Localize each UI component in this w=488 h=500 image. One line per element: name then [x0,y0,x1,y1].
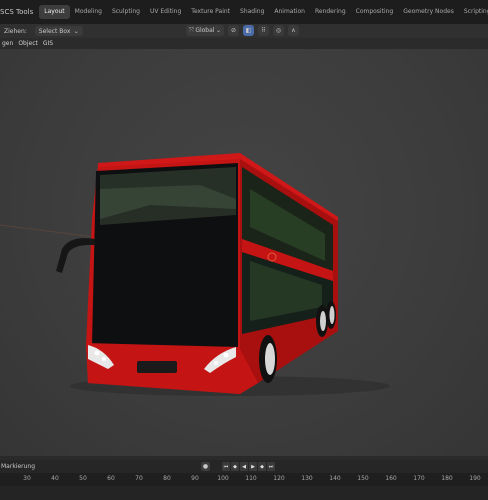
tab-shading[interactable]: Shading [235,5,269,19]
rear-wheel-2-hub [329,306,335,324]
magnet-icon: ◧ [245,27,252,34]
jump-end-icon: ⏭ [268,463,274,470]
proportional-icon: ◎ [275,27,282,34]
frame-label: 70 [135,475,143,482]
frame-label: 50 [79,475,87,482]
right-headlight-lamp-2 [214,361,218,365]
pivot-button[interactable]: ⊘ [228,25,239,36]
transform-controls: ⤧ Global ⌄ ⊘ ◧ ⠿ ◎ ∧ [186,25,299,36]
tab-geometry-nodes[interactable]: Geometry Nodes [398,5,459,19]
grid-icon: ⠿ [261,27,266,34]
addon-label[interactable]: SCS Tools [0,8,39,16]
tab-layout[interactable]: Layout [39,5,70,19]
select-box-label: Select Box [38,27,71,35]
tab-sculpting[interactable]: Sculpting [107,5,145,19]
menu-item-gen[interactable]: gen [0,40,16,47]
orientation-dropdown[interactable]: ⤧ Global ⌄ [186,25,224,36]
keyframe-icon: ● [202,463,209,470]
tab-compositing[interactable]: Compositing [351,5,399,19]
prev-keyframe-icon: ◆ [233,463,237,470]
frame-label: 140 [329,475,341,482]
timeline-ruler[interactable]: 30 40 50 60 70 80 90 100 110 120 130 140… [0,473,488,486]
frame-label: 90 [191,475,199,482]
timeline-header: Markierung ● ⏮ ◆ ◀ ▶ ◆ ⏭ [0,460,488,473]
frame-label: 190 [469,475,481,482]
viewport-menu: gen Object GIS [0,38,488,49]
prev-keyframe-button[interactable]: ◆ [231,462,239,471]
frame-label: 160 [385,475,397,482]
chevron-down-icon: ⌄ [73,27,79,35]
jump-start-button[interactable]: ⏮ [222,462,230,471]
front-grille [137,361,177,373]
side-mirror [56,238,95,273]
timeline-track-area[interactable] [0,486,488,500]
orientation-label: Global [195,27,215,34]
next-keyframe-button[interactable]: ◆ [258,462,266,471]
viewport-header: Ziehen: Select Box ⌄ ⤧ Global ⌄ ⊘ ◧ ⠿ ◎ … [0,24,488,38]
tab-rendering[interactable]: Rendering [310,5,351,19]
jump-end-button[interactable]: ⏭ [267,462,275,471]
jump-start-icon: ⏮ [223,463,229,470]
frame-label: 80 [163,475,171,482]
menu-item-object[interactable]: Object [16,40,41,47]
tab-scripting[interactable]: Scripting [459,5,488,19]
tab-modeling[interactable]: Modeling [70,5,107,19]
play-reverse-icon: ◀ [242,463,246,470]
workspace-tabs: Layout Modeling Sculpting UV Editing Tex… [39,0,488,24]
rear-wheel-1-hub [320,311,326,331]
frame-label: 30 [23,475,31,482]
snap-toggle[interactable]: ◧ [243,25,254,36]
falloff-icon: ∧ [291,27,296,34]
frame-label: 120 [273,475,285,482]
3d-viewport[interactable] [0,49,488,456]
chevron-down-icon: ⌄ [215,27,221,34]
pivot-icon: ⊘ [230,27,237,34]
keyframe-button[interactable]: ● [201,462,210,471]
next-keyframe-icon: ◆ [260,463,264,470]
drag-label: Ziehen: [4,27,27,35]
left-headlight-lamp-2 [102,357,106,361]
frame-label: 40 [51,475,59,482]
tab-uv-editing[interactable]: UV Editing [145,5,186,19]
select-box-dropdown[interactable]: Select Box ⌄ [34,26,83,36]
play-reverse-button[interactable]: ◀ [240,462,248,471]
frame-label: 110 [245,475,257,482]
workspace-bar: SCS Tools Layout Modeling Sculpting UV E… [0,0,488,24]
marker-menu[interactable]: Markierung [0,463,35,470]
playback-controls: ⏮ ◆ ◀ ▶ ◆ ⏭ [222,462,275,471]
play-icon: ▶ [251,463,255,470]
frame-label: 130 [301,475,313,482]
frame-label: 100 [217,475,229,482]
tab-texture-paint[interactable]: Texture Paint [186,5,235,19]
left-headlight-lamp [94,350,100,356]
right-headlight-lamp [223,352,229,358]
front-wheel-hub [265,343,275,375]
orientation-icon: ⤧ [189,26,194,34]
falloff-button[interactable]: ∧ [288,25,299,36]
tab-animation[interactable]: Animation [269,5,310,19]
menu-item-gis[interactable]: GIS [41,40,56,47]
snap-target-button[interactable]: ⠿ [258,25,269,36]
x-axis-line [0,224,96,238]
frame-label: 60 [107,475,115,482]
proportional-edit-toggle[interactable]: ◎ [273,25,284,36]
frame-label: 150 [357,475,369,482]
bus-model [0,153,390,396]
frame-label: 170 [413,475,425,482]
play-button[interactable]: ▶ [249,462,257,471]
frame-label: 180 [441,475,453,482]
